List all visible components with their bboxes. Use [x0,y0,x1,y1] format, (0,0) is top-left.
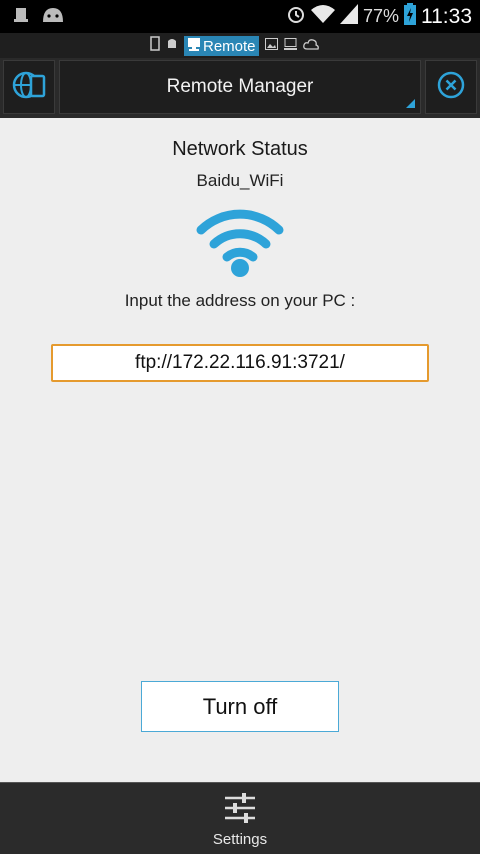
clock: 11:33 [421,4,472,28]
dropdown-corner-icon [406,99,415,108]
tab-list: Remote [150,36,319,56]
main-content: Network Status Baidu_WiFi Input the addr… [0,118,480,782]
alarm-icon [286,4,306,29]
android-icon[interactable] [166,37,178,56]
cell-signal-icon [339,4,358,29]
page-title: Remote Manager [166,76,314,97]
settings-label: Settings [212,831,268,848]
close-button[interactable] [425,60,477,114]
window-switch-button[interactable] [3,60,55,114]
settings-button[interactable]: Settings [200,793,280,851]
window-title-dropdown[interactable]: Remote Manager [59,60,421,114]
battery-percent: 77% [362,6,399,26]
remote-icon [187,37,201,55]
status-right: 77% 11:33 [286,3,472,30]
bottom-bar: Settings [0,782,480,854]
tab-remote-label: Remote [203,37,256,55]
tab-remote[interactable]: Remote [184,36,259,56]
toolbar: Remote Manager [0,58,480,118]
status-bar: 77% 11:33 [0,0,480,33]
image-icon[interactable] [264,37,278,55]
phone-icon[interactable] [150,36,160,56]
turn-off-button[interactable]: Turn off [141,681,339,732]
wifi-signal-icon [310,4,335,29]
battery-charging-icon [404,3,416,30]
globe-phone-icon [11,68,47,107]
cloud-icon[interactable] [302,37,319,55]
close-circle-icon [436,70,466,105]
wifi-icon [195,204,285,283]
sliders-icon [224,793,256,828]
notification-icon [14,7,28,28]
ftp-address-field[interactable]: ftp://172.22.116.91:3721/ [51,344,429,382]
network-name: Baidu_WiFi [196,171,284,190]
computer-icon[interactable] [283,37,297,55]
tab-strip: Remote [0,33,480,58]
network-status-heading: Network Status [172,138,308,160]
address-hint: Input the address on your PC : [124,291,356,310]
android-icon [40,6,66,29]
status-left [14,6,66,29]
